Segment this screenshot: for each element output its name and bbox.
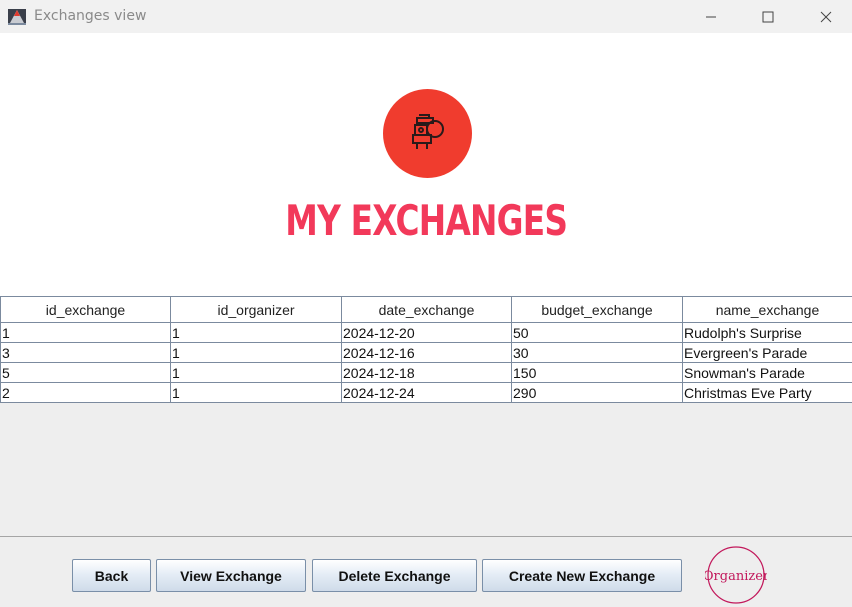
cell-date-exchange[interactable]: 2024-12-24 [341,382,512,403]
header-banner: MY EXCHANGES [0,33,852,296]
cell-name-exchange[interactable]: Christmas Eve Party [682,382,852,403]
cell-budget-exchange[interactable]: 150 [511,362,683,383]
exchanges-window: Exchanges view MY EXCHANGES id_exchange … [0,0,852,607]
title-bar[interactable]: Exchanges view [0,0,852,33]
cell-date-exchange[interactable]: 2024-12-16 [341,342,512,363]
close-button[interactable] [797,0,852,33]
exchanges-table[interactable]: id_exchange id_organizer date_exchange b… [0,296,852,403]
column-header-date-exchange[interactable]: date_exchange [341,296,512,323]
cell-id-organizer[interactable]: 1 [170,382,342,403]
cell-date-exchange[interactable]: 2024-12-18 [341,362,512,383]
cell-name-exchange[interactable]: Evergreen's Parade [682,342,852,363]
divider [0,536,852,537]
window-title: Exchanges view [34,8,147,24]
maximize-button[interactable] [739,0,797,33]
santa-logo [383,89,472,178]
organizer-logo-text: Organizer [705,569,767,584]
back-button[interactable]: Back [72,559,151,592]
cell-id-exchange[interactable]: 3 [0,342,171,363]
minimize-button[interactable] [682,0,740,33]
column-header-id-exchange[interactable]: id_exchange [0,296,171,323]
cell-date-exchange[interactable]: 2024-12-20 [341,322,512,343]
cell-id-organizer[interactable]: 1 [170,322,342,343]
view-exchange-button[interactable]: View Exchange [156,559,306,592]
table-row[interactable]: 5 1 2024-12-18 150 Snowman's Parade [0,362,852,383]
cell-name-exchange[interactable]: Snowman's Parade [682,362,852,383]
organizer-logo: Organizer [705,546,767,604]
table-header-row: id_exchange id_organizer date_exchange b… [0,296,852,323]
cell-id-organizer[interactable]: 1 [170,362,342,383]
close-icon [820,11,832,22]
cell-name-exchange[interactable]: Rudolph's Surprise [682,322,852,343]
cell-id-organizer[interactable]: 1 [170,342,342,363]
page-title: MY EXCHANGES [285,196,568,245]
column-header-id-organizer[interactable]: id_organizer [170,296,342,323]
cell-id-exchange[interactable]: 2 [0,382,171,403]
table-row[interactable]: 2 1 2024-12-24 290 Christmas Eve Party [0,382,852,403]
santa-icon [412,114,444,149]
delete-exchange-button[interactable]: Delete Exchange [312,559,477,592]
cell-budget-exchange[interactable]: 50 [511,322,683,343]
table-row[interactable]: 1 1 2024-12-20 50 Rudolph's Surprise [0,322,852,343]
cell-budget-exchange[interactable]: 290 [511,382,683,403]
create-new-exchange-button[interactable]: Create New Exchange [482,559,682,592]
maximize-icon [762,11,774,22]
column-header-budget-exchange[interactable]: budget_exchange [511,296,683,323]
minimize-icon [706,16,716,17]
cell-budget-exchange[interactable]: 30 [511,342,683,363]
table-row[interactable]: 3 1 2024-12-16 30 Evergreen's Parade [0,342,852,363]
cell-id-exchange[interactable]: 5 [0,362,171,383]
column-header-name-exchange[interactable]: name_exchange [682,296,852,323]
app-icon [8,9,26,25]
cell-id-exchange[interactable]: 1 [0,322,171,343]
